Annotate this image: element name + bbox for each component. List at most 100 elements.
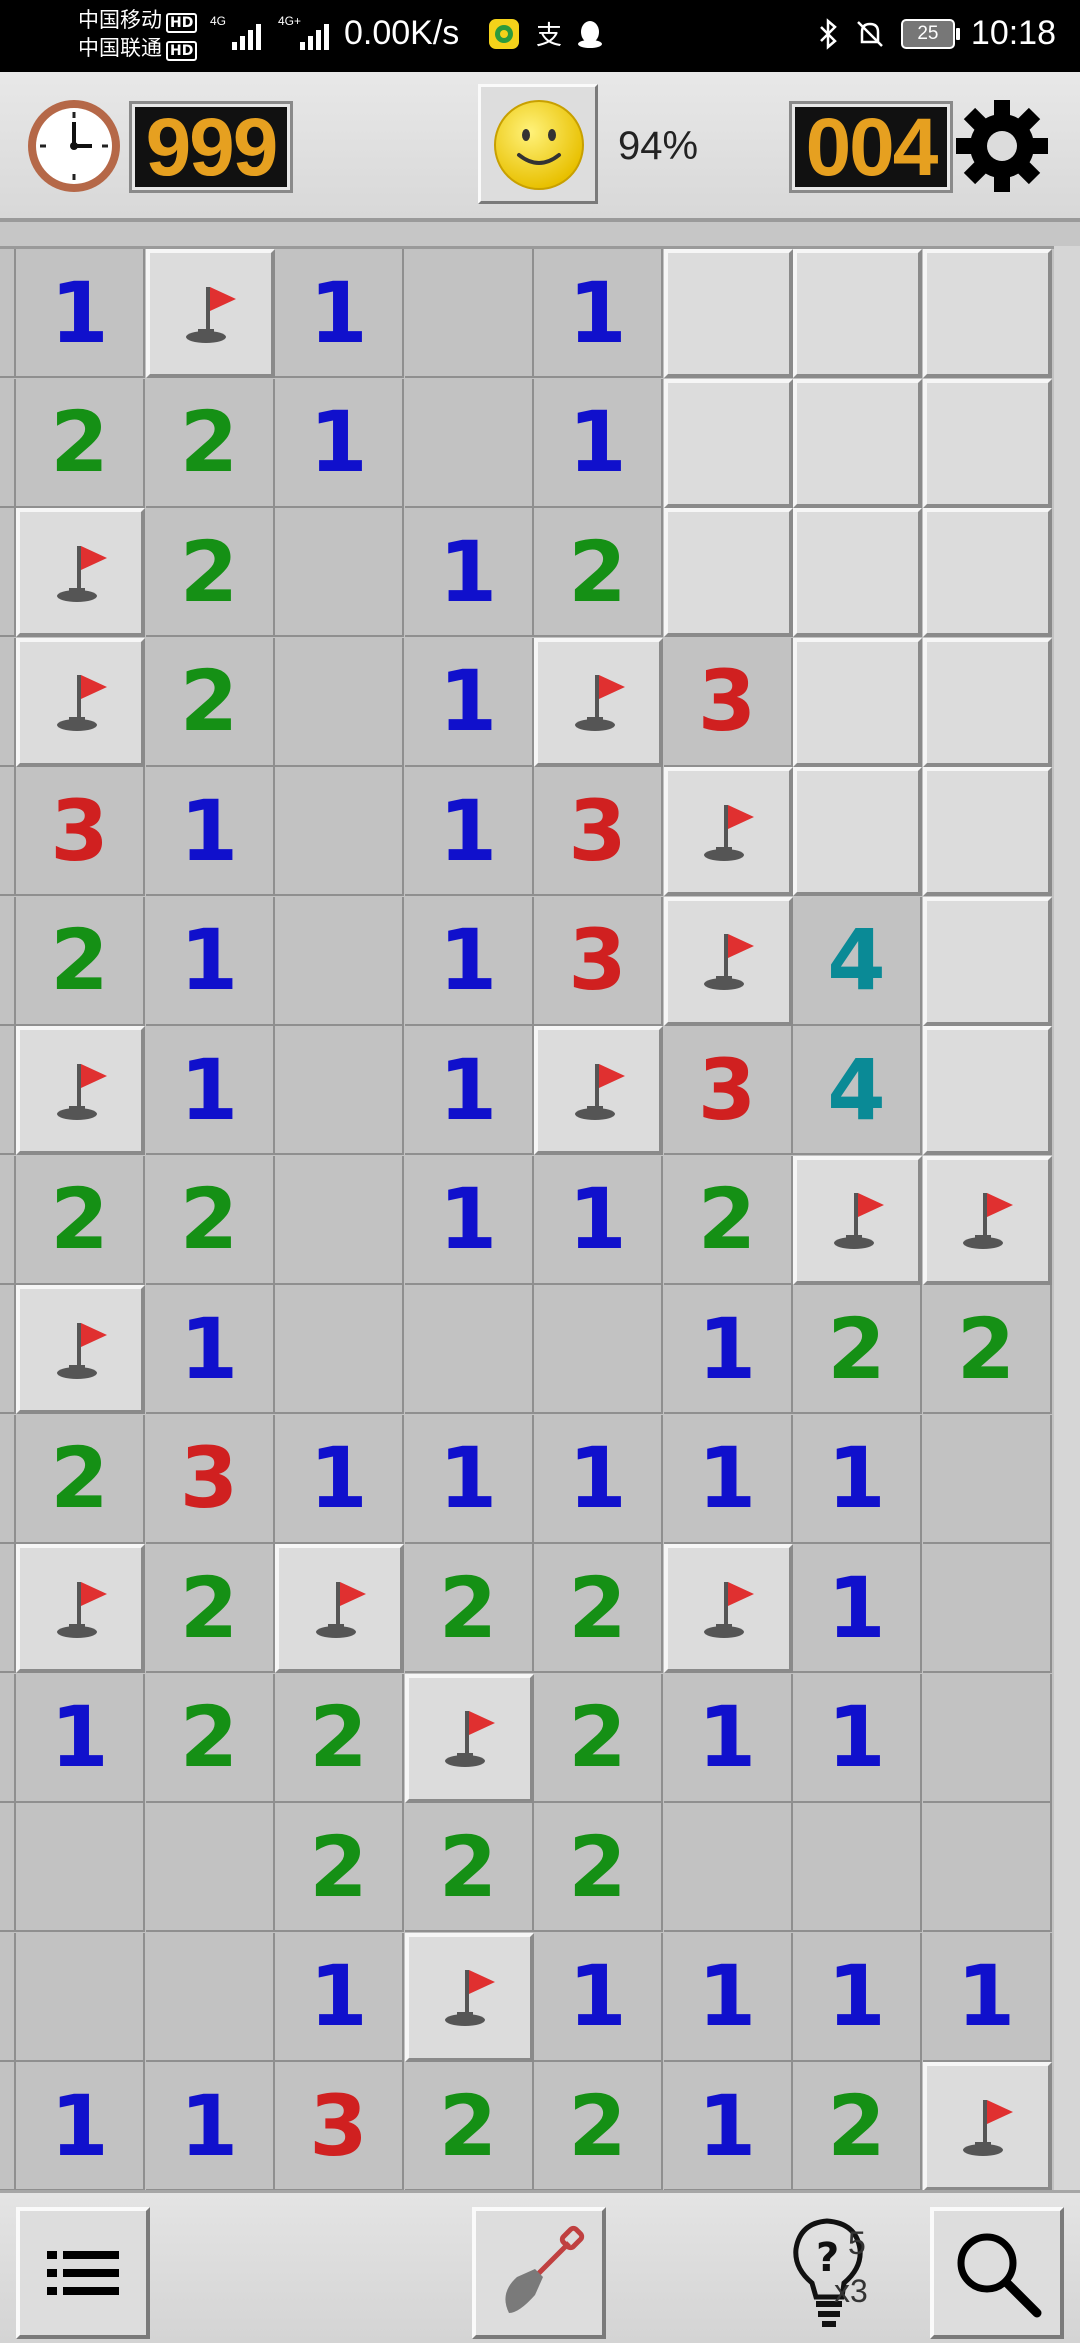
number-cell[interactable]: 1 xyxy=(404,767,534,896)
number-cell[interactable]: 2 xyxy=(145,1544,275,1673)
number-cell[interactable]: 1 xyxy=(663,1932,793,2062)
flagged-cell[interactable] xyxy=(922,1155,1052,1285)
number-cell[interactable]: 1 xyxy=(663,1673,793,1803)
number-cell[interactable]: 2 xyxy=(404,1803,534,1932)
number-cell[interactable]: 1 xyxy=(663,1414,793,1544)
empty-cell[interactable] xyxy=(922,1673,1052,1803)
number-cell[interactable]: 2 xyxy=(534,2062,663,2191)
flagged-cell[interactable] xyxy=(275,1544,404,1673)
number-cell[interactable]: 2 xyxy=(922,1285,1052,1414)
number-cell[interactable]: 1 xyxy=(793,1544,922,1673)
zoom-button[interactable] xyxy=(930,2207,1064,2339)
number-cell[interactable]: 2 xyxy=(145,637,275,767)
number-cell[interactable]: 3 xyxy=(534,896,663,1026)
number-cell[interactable]: 2 xyxy=(16,1155,145,1285)
empty-cell[interactable] xyxy=(275,1285,404,1414)
number-cell[interactable]: 1 xyxy=(404,1026,534,1155)
unrevealed-cell[interactable] xyxy=(922,508,1052,637)
number-cell[interactable]: 1 xyxy=(534,1414,663,1544)
number-cell[interactable]: 1 xyxy=(145,1285,275,1414)
unrevealed-cell[interactable] xyxy=(663,378,793,508)
number-cell[interactable]: 1 xyxy=(404,508,534,637)
unrevealed-cell[interactable] xyxy=(793,508,922,637)
unrevealed-cell[interactable] xyxy=(922,637,1052,767)
empty-cell[interactable] xyxy=(275,508,404,637)
unrevealed-cell[interactable] xyxy=(922,1026,1052,1155)
number-cell[interactable]: 1 xyxy=(534,378,663,508)
number-cell[interactable]: 1 xyxy=(145,1026,275,1155)
empty-cell[interactable] xyxy=(663,1803,793,1932)
flagged-cell[interactable] xyxy=(16,1544,145,1673)
empty-cell[interactable] xyxy=(275,767,404,896)
minefield-grid[interactable]: 1112211212213311321134113422112112223111… xyxy=(0,246,1054,2193)
flagged-cell[interactable] xyxy=(534,637,663,767)
number-cell[interactable]: 2 xyxy=(16,896,145,1026)
number-cell[interactable]: 4 xyxy=(793,1026,922,1155)
number-cell[interactable]: 1 xyxy=(534,1155,663,1285)
empty-cell[interactable] xyxy=(404,249,534,378)
number-cell[interactable]: 1 xyxy=(663,2062,793,2191)
flagged-cell[interactable] xyxy=(16,508,145,637)
number-cell[interactable]: 1 xyxy=(663,1285,793,1414)
number-cell[interactable]: 2 xyxy=(145,1673,275,1803)
unrevealed-cell[interactable] xyxy=(922,767,1052,896)
number-cell[interactable]: 1 xyxy=(275,378,404,508)
number-cell[interactable]: 1 xyxy=(404,1414,534,1544)
unrevealed-cell[interactable] xyxy=(793,637,922,767)
number-cell[interactable]: 2 xyxy=(145,378,275,508)
number-cell[interactable]: 1 xyxy=(16,2062,145,2191)
number-cell[interactable]: 2 xyxy=(404,2062,534,2191)
empty-cell[interactable] xyxy=(534,1285,663,1414)
empty-cell[interactable] xyxy=(145,1932,275,2062)
number-cell[interactable]: 2 xyxy=(534,1803,663,1932)
empty-cell[interactable] xyxy=(793,1803,922,1932)
flagged-cell[interactable] xyxy=(145,249,275,378)
unrevealed-cell[interactable] xyxy=(922,896,1052,1026)
unrevealed-cell[interactable] xyxy=(922,249,1052,378)
new-game-button[interactable] xyxy=(478,84,598,204)
number-cell[interactable]: 1 xyxy=(16,249,145,378)
empty-cell[interactable] xyxy=(16,1803,145,1932)
empty-cell[interactable] xyxy=(145,1803,275,1932)
settings-gear-icon[interactable] xyxy=(952,96,1052,196)
flagged-cell[interactable] xyxy=(793,1155,922,1285)
flagged-cell[interactable] xyxy=(663,767,793,896)
number-cell[interactable]: 1 xyxy=(145,767,275,896)
empty-cell[interactable] xyxy=(275,896,404,1026)
number-cell[interactable]: 1 xyxy=(793,1673,922,1803)
number-cell[interactable]: 1 xyxy=(404,1155,534,1285)
empty-cell[interactable] xyxy=(404,378,534,508)
number-cell[interactable]: 2 xyxy=(275,1803,404,1932)
unrevealed-cell[interactable] xyxy=(793,378,922,508)
unrevealed-cell[interactable] xyxy=(922,378,1052,508)
empty-cell[interactable] xyxy=(404,1285,534,1414)
flagged-cell[interactable] xyxy=(16,637,145,767)
empty-cell[interactable] xyxy=(275,1026,404,1155)
number-cell[interactable]: 1 xyxy=(793,1932,922,2062)
empty-cell[interactable] xyxy=(275,637,404,767)
empty-cell[interactable] xyxy=(922,1544,1052,1673)
number-cell[interactable]: 1 xyxy=(145,2062,275,2191)
number-cell[interactable]: 2 xyxy=(145,508,275,637)
unrevealed-cell[interactable] xyxy=(663,249,793,378)
number-cell[interactable]: 1 xyxy=(922,1932,1052,2062)
number-cell[interactable]: 2 xyxy=(404,1544,534,1673)
number-cell[interactable]: 2 xyxy=(534,1544,663,1673)
number-cell[interactable]: 3 xyxy=(663,637,793,767)
flagged-cell[interactable] xyxy=(663,896,793,1026)
unrevealed-cell[interactable] xyxy=(663,508,793,637)
number-cell[interactable]: 2 xyxy=(16,378,145,508)
number-cell[interactable]: 1 xyxy=(275,249,404,378)
empty-cell[interactable] xyxy=(275,1155,404,1285)
number-cell[interactable]: 3 xyxy=(275,2062,404,2191)
number-cell[interactable]: 3 xyxy=(534,767,663,896)
number-cell[interactable]: 3 xyxy=(145,1414,275,1544)
number-cell[interactable]: 1 xyxy=(275,1414,404,1544)
number-cell[interactable]: 3 xyxy=(663,1026,793,1155)
flagged-cell[interactable] xyxy=(663,1544,793,1673)
flagged-cell[interactable] xyxy=(922,2062,1052,2191)
empty-cell[interactable] xyxy=(922,1414,1052,1544)
flagged-cell[interactable] xyxy=(404,1673,534,1803)
number-cell[interactable]: 1 xyxy=(793,1414,922,1544)
number-cell[interactable]: 3 xyxy=(16,767,145,896)
